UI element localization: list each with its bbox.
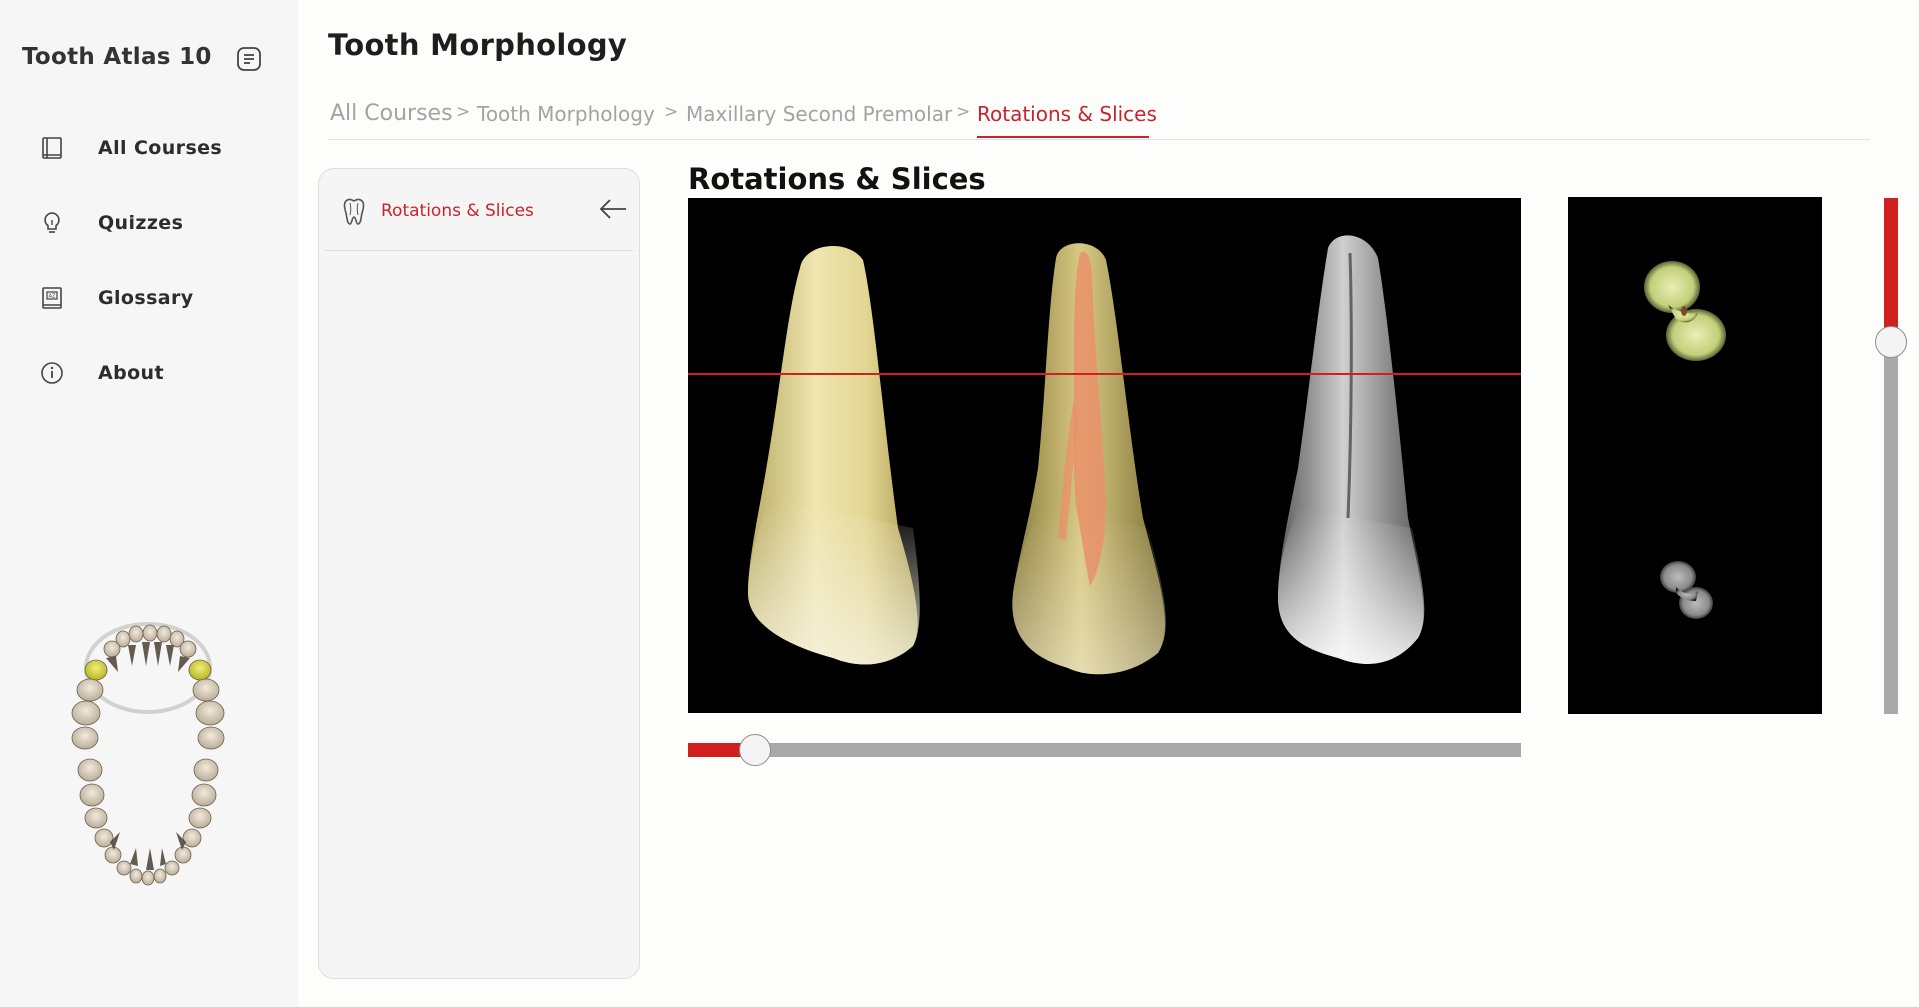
tooth-views	[688, 235, 1521, 675]
breadcrumb-separator: >	[664, 102, 679, 122]
slice-slider-fill	[1884, 198, 1898, 343]
viewer-title: Rotations & Slices	[688, 162, 986, 196]
lightbulb-icon	[38, 209, 66, 237]
notes-button[interactable]	[236, 46, 262, 72]
breadcrumb-all-courses[interactable]: All Courses	[330, 101, 453, 126]
breadcrumb-maxillary-second-premolar[interactable]: Maxillary Second Premolar	[686, 102, 952, 126]
breadcrumb-rotations-slices[interactable]: Rotations & Slices	[977, 102, 1157, 126]
lesson-panel: Rotations & Slices	[318, 168, 640, 979]
rotation-slider[interactable]	[688, 734, 1521, 766]
xray-cross-section	[1660, 561, 1713, 619]
xray-tooth-view	[1278, 235, 1425, 664]
sidebar-item-glossary[interactable]: AZ Glossary	[0, 260, 298, 335]
sidebar-item-label: All Courses	[98, 136, 223, 159]
page-title: Tooth Morphology	[328, 28, 628, 62]
notes-icon	[237, 47, 261, 71]
sidebar: Tooth Atlas 10 All Courses Quizzes AZ Gl…	[0, 0, 298, 1007]
slice-slider-thumb[interactable]	[1875, 326, 1907, 359]
sidebar-item-label: Quizzes	[98, 211, 184, 234]
sidebar-item-quizzes[interactable]: Quizzes	[0, 185, 298, 260]
sidebar-item-all-courses[interactable]: All Courses	[0, 110, 298, 185]
breadcrumb-tooth-morphology[interactable]: Tooth Morphology	[477, 102, 655, 126]
glossary-icon: AZ	[38, 284, 66, 312]
translucent-tooth-view	[1012, 243, 1166, 675]
slice-slider[interactable]	[1875, 198, 1907, 714]
natural-cross-section	[1644, 261, 1726, 361]
back-arrow-icon[interactable]	[599, 197, 627, 221]
sidebar-item-label: About	[98, 361, 164, 384]
app-title: Tooth Atlas 10	[22, 44, 212, 70]
sidebar-item-label: Glossary	[98, 286, 194, 309]
cross-section-images	[1644, 261, 1726, 619]
breadcrumb-active-underline	[977, 136, 1149, 138]
panel-item-label: Rotations & Slices	[381, 201, 534, 221]
natural-tooth-view	[748, 246, 920, 665]
tooth-icon	[343, 198, 365, 225]
sidebar-nav: All Courses Quizzes AZ Glossary About	[0, 110, 298, 410]
panel-item-rotations-slices[interactable]: Rotations & Slices	[325, 173, 633, 251]
breadcrumb-separator: >	[456, 102, 471, 122]
cross-section-viewer[interactable]	[1568, 197, 1822, 714]
sidebar-item-about[interactable]: About	[0, 335, 298, 410]
dental-arch-image[interactable]	[66, 620, 230, 895]
breadcrumb: All Courses > Tooth Morphology > Maxilla…	[328, 101, 1870, 140]
svg-text:AZ: AZ	[49, 293, 56, 299]
info-icon	[38, 359, 66, 387]
breadcrumb-separator: >	[956, 102, 971, 122]
rotation-viewer[interactable]	[688, 198, 1521, 713]
book-icon	[38, 134, 66, 162]
rotation-slider-thumb[interactable]	[738, 734, 771, 766]
